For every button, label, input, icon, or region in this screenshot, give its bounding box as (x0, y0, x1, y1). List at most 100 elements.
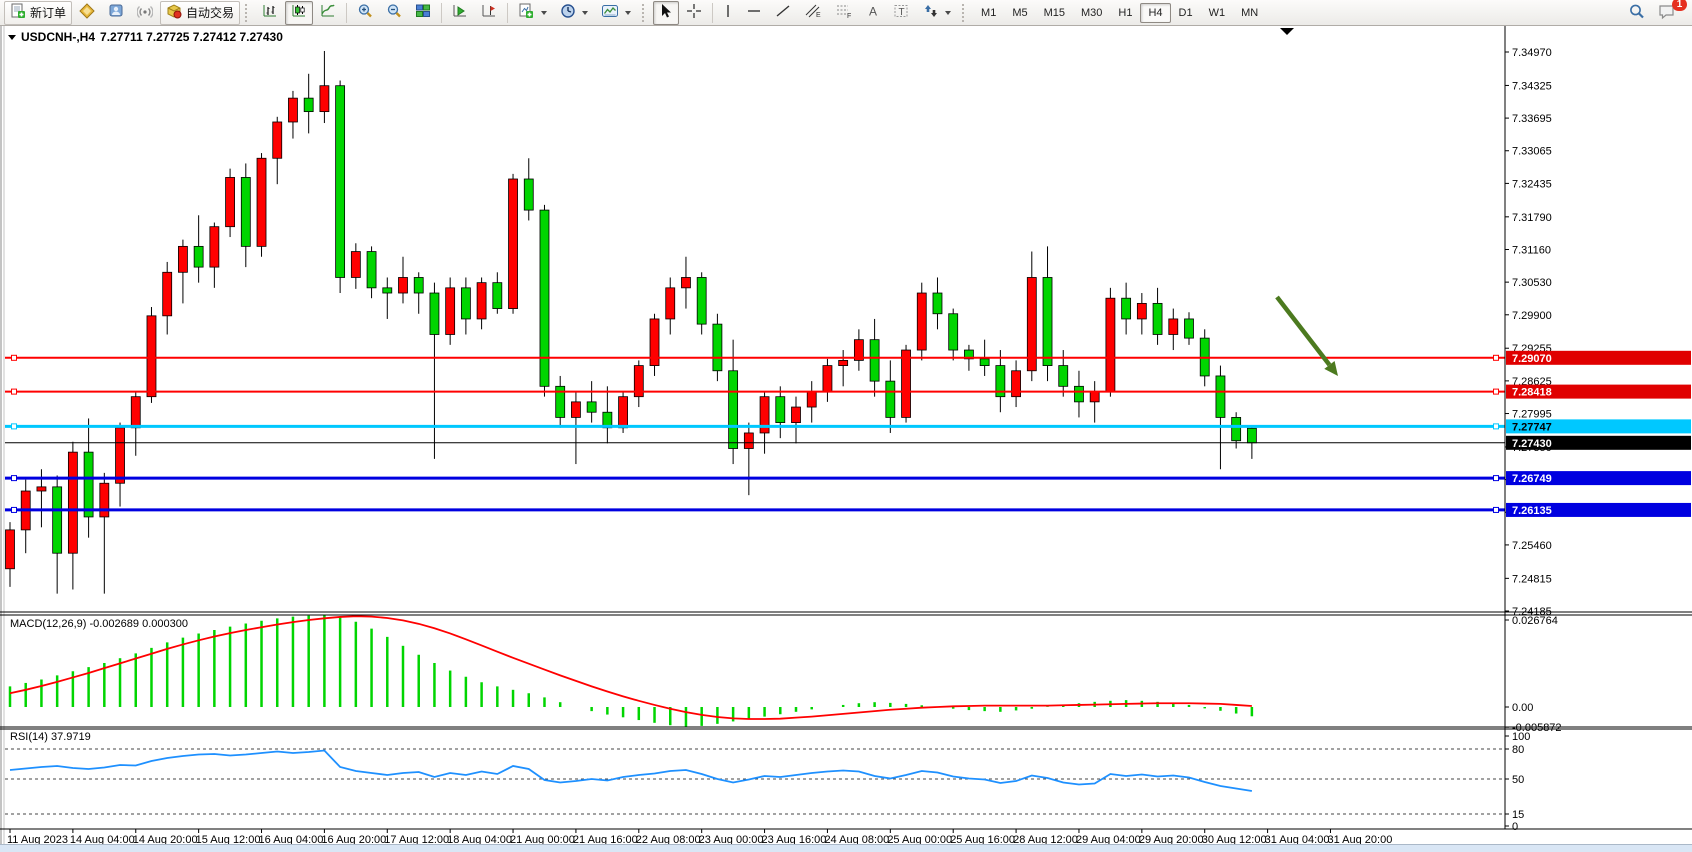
vertical-line-button[interactable] (717, 1, 739, 25)
chevron-down-icon (945, 11, 951, 15)
candle-body (147, 316, 156, 397)
price-badge-label: 7.29070 (1512, 353, 1552, 365)
chart-forward-icon (452, 3, 468, 22)
autotrading-button[interactable]: 自动交易 (160, 1, 240, 25)
candle-body (383, 288, 392, 293)
hline-handle[interactable] (1494, 389, 1499, 394)
hline-handle[interactable] (1494, 424, 1499, 429)
timeframe-W1[interactable]: W1 (1201, 3, 1234, 23)
timeframe-toolbar: M1M5M15M30H1H4D1W1MN (973, 3, 1266, 23)
cursor-button[interactable] (653, 1, 679, 25)
timeframe-H1[interactable]: H1 (1110, 3, 1140, 23)
candle-body (1247, 428, 1256, 443)
new-order-button[interactable]: 新订单 (4, 1, 72, 25)
candle-body (839, 360, 848, 365)
hline-handle[interactable] (1494, 507, 1499, 512)
toolbar-separator (441, 3, 442, 23)
candle-body (1059, 366, 1068, 387)
candle-body (1216, 376, 1225, 417)
hline-handle[interactable] (12, 507, 17, 512)
horizontal-line-button[interactable] (740, 1, 768, 25)
zoom-in-button[interactable] (351, 1, 379, 25)
templates-button[interactable] (595, 1, 637, 25)
candle-body (587, 402, 596, 412)
hline-handle[interactable] (12, 424, 17, 429)
chart-title: USDCNH-,H4 7.27711 7.27725 7.27412 7.274… (8, 30, 283, 44)
text-button[interactable]: A (860, 1, 886, 25)
hline-handle[interactable] (12, 355, 17, 360)
candle-body (100, 483, 109, 517)
arrows-button[interactable] (917, 1, 957, 25)
candle-body (619, 397, 628, 428)
timeframe-D1[interactable]: D1 (1171, 3, 1201, 23)
candle-body (477, 283, 486, 319)
hline-handle[interactable] (12, 389, 17, 394)
window-bottom-edge (0, 844, 1692, 852)
chart-shift-icon (481, 3, 497, 22)
price-badge-label: 7.27430 (1512, 438, 1552, 450)
hline-handle[interactable] (1494, 476, 1499, 481)
candle-body (1169, 319, 1178, 335)
candle-body (1122, 298, 1131, 319)
svg-text:F: F (847, 13, 851, 19)
candle-body (493, 283, 502, 309)
svg-text:T: T (899, 7, 905, 18)
candle-body (178, 246, 187, 272)
candle-body (540, 210, 549, 386)
auto-scroll-button[interactable] (446, 1, 474, 25)
one-click-trading-caret-icon[interactable] (8, 35, 16, 40)
timeframe-M5[interactable]: M5 (1004, 3, 1035, 23)
price-badge-label: 7.27747 (1512, 421, 1552, 433)
candle-body (37, 487, 46, 491)
trendline-button[interactable] (769, 1, 797, 25)
chart-window: 7.349707.343257.336957.330657.324357.317… (0, 26, 1692, 852)
timeframe-M15[interactable]: M15 (1036, 3, 1073, 23)
channel-icon: E (804, 3, 822, 22)
hline-handle[interactable] (12, 476, 17, 481)
fibonacci-button[interactable]: F (829, 1, 859, 25)
bar-chart-button[interactable] (256, 1, 284, 25)
equidistant-channel-button[interactable]: E (798, 1, 828, 25)
templates-icon (601, 3, 619, 22)
search-button[interactable] (1622, 1, 1651, 25)
zoom-out-button[interactable] (380, 1, 408, 25)
tile-windows-button[interactable] (409, 1, 437, 25)
new-chart-button[interactable] (512, 1, 553, 25)
toolbar-separator (712, 3, 713, 23)
crosshair-button[interactable] (680, 1, 708, 25)
line-chart-button[interactable] (314, 1, 342, 25)
svg-text:A: A (869, 5, 877, 19)
candlestick-chart-button[interactable] (285, 1, 313, 25)
candle-body (446, 288, 455, 335)
signals-button[interactable] (131, 1, 159, 25)
market-watch-button[interactable] (102, 1, 130, 25)
price-tick-label: 7.34970 (1512, 47, 1552, 59)
candle-body (1027, 277, 1036, 370)
market-watch-icon (108, 3, 124, 22)
candle-body (1012, 371, 1021, 397)
hline-handle[interactable] (1494, 355, 1499, 360)
candle-body (807, 391, 816, 407)
autotrading-label: 自动交易 (186, 4, 234, 21)
timeframe-M1[interactable]: M1 (973, 3, 1004, 23)
periods-button[interactable] (554, 1, 594, 25)
candle-body (509, 179, 518, 309)
notification-count-badge: 1 (1672, 0, 1687, 11)
rsi-indicator-label: RSI(14) 37.9719 (10, 731, 91, 743)
candle-body (1153, 303, 1162, 334)
chart-canvas[interactable]: 7.349707.343257.336957.330657.324357.317… (0, 26, 1692, 852)
crosshair-icon (686, 3, 702, 22)
candle-body (194, 246, 203, 267)
price-tick-label: 7.24815 (1512, 573, 1552, 585)
navigator-button[interactable] (73, 1, 101, 25)
notifications-button[interactable]: 1 (1652, 1, 1682, 25)
chart-shift-button[interactable] (475, 1, 503, 25)
candle-body (53, 487, 62, 553)
timeframe-M30[interactable]: M30 (1073, 3, 1110, 23)
macd-axis-label: 0.00 (1512, 702, 1533, 714)
price-tick-label: 7.30530 (1512, 277, 1552, 289)
macd-indicator-label: MACD(12,26,9) -0.002689 0.000300 (10, 618, 188, 630)
timeframe-H4[interactable]: H4 (1140, 3, 1170, 23)
text-label-button[interactable]: T (887, 1, 916, 25)
timeframe-MN[interactable]: MN (1233, 3, 1266, 23)
